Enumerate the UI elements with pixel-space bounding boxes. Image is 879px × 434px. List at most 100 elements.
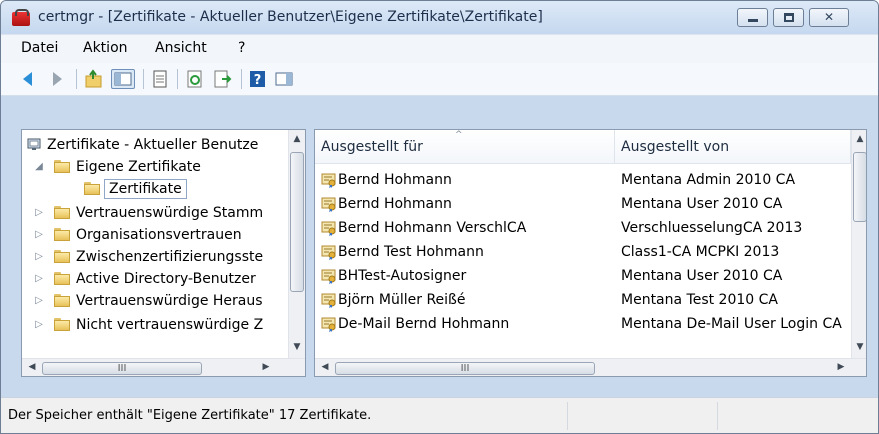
cell-issued-by: VerschluesselungCA 2013 <box>621 220 803 236</box>
help-button[interactable]: ? <box>249 69 267 89</box>
tree-item-label: Eigene Zertifikate <box>76 159 201 175</box>
back-button[interactable] <box>23 69 39 89</box>
properties-icon <box>153 70 167 88</box>
tree-item-zwischenzertifizierung[interactable]: ▷ Zwischenzertifizierungsste <box>22 246 292 268</box>
scroll-left-icon[interactable]: ◀ <box>24 362 40 372</box>
tree-item-root[interactable]: Zertifikate - Aktueller Benutze <box>22 134 292 156</box>
export-list-button[interactable] <box>213 69 233 89</box>
tree-pane[interactable]: Zertifikate - Aktueller Benutze ◢ Eigene… <box>21 129 306 377</box>
close-icon: ✕ <box>823 10 835 24</box>
refresh-button[interactable] <box>185 69 205 89</box>
minimize-button[interactable] <box>737 8 768 27</box>
cell-issued-by: Mentana Admin 2010 CA <box>621 172 796 188</box>
scroll-left-icon[interactable]: ◀ <box>317 362 333 372</box>
collapse-arrow-icon[interactable]: ◢ <box>34 156 44 178</box>
expand-arrow-icon[interactable]: ▷ <box>34 314 44 336</box>
cell-issued-to: BHTest-Autosigner <box>338 268 467 284</box>
tree-item-label-selected: Zertifikate <box>104 179 187 199</box>
cell-issued-by: Class1-CA MCPKI 2013 <box>621 244 780 260</box>
menu-aktion[interactable]: Aktion <box>83 40 128 56</box>
tree-vscroll-thumb[interactable] <box>290 152 304 292</box>
forward-button[interactable] <box>49 69 65 89</box>
action-pane-icon <box>275 72 293 86</box>
certificate-icon <box>321 269 336 284</box>
help-icon: ? <box>250 71 265 88</box>
minimize-icon <box>748 19 758 22</box>
tree-item-nicht-vertrauenswuerdige[interactable]: ▷ Nicht vertrauenswürdige Z <box>22 314 292 336</box>
certificate-icon <box>321 221 336 236</box>
folder-icon <box>54 160 70 173</box>
table-row[interactable]: Bernd Hohmann Mentana Admin 2010 CA <box>315 168 851 192</box>
toolbar-separator <box>177 69 178 89</box>
list-hscroll-thumb[interactable]: III <box>335 362 595 375</box>
cell-issued-to: Bernd Hohmann VerschlCA <box>338 220 527 236</box>
scroll-down-icon[interactable]: ▼ <box>852 342 866 352</box>
toolbar: ? <box>1 63 878 96</box>
folder-icon <box>54 250 70 263</box>
tree-item-vertrauenswuerdige-stamm[interactable]: ▷ Vertrauenswürdige Stamm <box>22 202 292 224</box>
table-row[interactable]: Björn Müller Reißé Mentana Test 2010 CA <box>315 288 851 312</box>
export-list-icon <box>214 70 232 88</box>
scroll-right-icon[interactable]: ▶ <box>258 362 274 372</box>
up-folder-button[interactable] <box>84 69 104 89</box>
close-button[interactable]: ✕ <box>809 8 849 27</box>
certificate-store-icon <box>27 138 41 150</box>
column-header-ausgestellt-fuer[interactable]: Ausgestellt für ^ <box>315 130 615 164</box>
table-row[interactable]: Bernd Hohmann VerschlCA VerschluesselungC… <box>315 216 851 240</box>
folder-icon <box>84 182 100 195</box>
scroll-right-icon[interactable]: ▶ <box>833 362 849 372</box>
main-content: Zertifikate - Aktueller Benutze ◢ Eigene… <box>1 96 878 396</box>
list-horizontal-scrollbar[interactable]: ◀ III ▶ <box>315 358 866 376</box>
tree-item-label: Organisationsvertrauen <box>76 227 242 243</box>
tree-horizontal-scrollbar[interactable]: ◀ III ▶ <box>22 358 305 376</box>
tree-item-label: Zertifikate - Aktueller Benutze <box>47 137 259 153</box>
sort-ascending-icon: ^ <box>455 130 463 140</box>
list-vertical-scrollbar[interactable]: ▲ ▼ <box>851 130 866 358</box>
scroll-up-icon[interactable]: ▲ <box>852 134 866 144</box>
tree-item-zertifikate[interactable]: Zertifikate <box>22 178 292 200</box>
table-row[interactable]: Bernd Hohmann Mentana User 2010 CA <box>315 192 851 216</box>
table-row[interactable]: BHTest-Autosigner Mentana User 2010 CA <box>315 264 851 288</box>
expand-arrow-icon[interactable]: ▷ <box>34 224 44 246</box>
action-pane-button[interactable] <box>273 69 295 89</box>
certmgr-icon[interactable] <box>12 9 30 26</box>
show-hide-tree-button[interactable] <box>111 69 135 89</box>
status-separator <box>567 402 568 430</box>
properties-button[interactable] <box>150 69 170 89</box>
menu-ansicht[interactable]: Ansicht <box>155 40 207 56</box>
list-vscroll-thumb[interactable] <box>853 152 866 222</box>
tree-item-active-directory[interactable]: ▷ Active Directory-Benutzer <box>22 268 292 290</box>
expand-arrow-icon[interactable]: ▷ <box>34 268 44 290</box>
refresh-icon <box>187 70 202 88</box>
maximize-button[interactable] <box>773 8 804 27</box>
cell-issued-by: Mentana User 2010 CA <box>621 196 783 212</box>
expand-arrow-icon[interactable]: ▷ <box>34 202 44 224</box>
tree-item-eigene-zertifikate[interactable]: ◢ Eigene Zertifikate <box>22 156 292 178</box>
tree-hscroll-thumb[interactable]: III <box>42 362 202 375</box>
title-bar[interactable]: certmgr - [Zertifikate - Aktueller Benut… <box>1 1 878 34</box>
tree-item-organisationsvertrauen[interactable]: ▷ Organisationsvertrauen <box>22 224 292 246</box>
menu-help[interactable]: ? <box>238 40 245 56</box>
table-row[interactable]: De-Mail Bernd Hohmann Mentana De-Mail Use… <box>315 312 851 336</box>
menu-datei[interactable]: Datei <box>21 40 58 56</box>
tree-vertical-scrollbar[interactable]: ▲ ▼ <box>288 130 305 358</box>
tree-item-vertrauenswuerdige-heraus[interactable]: ▷ Vertrauenswürdige Heraus <box>22 290 292 312</box>
table-row[interactable]: Bernd Test Hohmann Class1-CA MCPKI 2013 <box>315 240 851 264</box>
expand-arrow-icon[interactable]: ▷ <box>34 246 44 268</box>
column-header-label: Ausgestellt für <box>321 139 423 155</box>
toolbar-separator <box>76 69 77 89</box>
cell-issued-by: Mentana De-Mail User Login CA <box>621 316 842 332</box>
cell-issued-to: Bernd Hohmann <box>338 196 452 212</box>
window-title: certmgr - [Zertifikate - Aktueller Benut… <box>38 9 543 25</box>
scroll-down-icon[interactable]: ▼ <box>289 342 305 352</box>
tree-item-label: Active Directory-Benutzer <box>76 271 256 287</box>
show-hide-tree-icon <box>114 72 132 86</box>
scroll-up-icon[interactable]: ▲ <box>289 134 305 144</box>
certificate-list-pane[interactable]: Ausgestellt für ^ Ausgestellt von Bernd … <box>314 129 867 377</box>
column-header-ausgestellt-von[interactable]: Ausgestellt von <box>615 130 851 164</box>
expand-arrow-icon[interactable]: ▷ <box>34 290 44 312</box>
folder-icon <box>54 228 70 241</box>
cell-issued-by: Mentana Test 2010 CA <box>621 292 778 308</box>
column-header-label: Ausgestellt von <box>621 139 730 155</box>
cell-issued-by: Mentana User 2010 CA <box>621 268 783 284</box>
